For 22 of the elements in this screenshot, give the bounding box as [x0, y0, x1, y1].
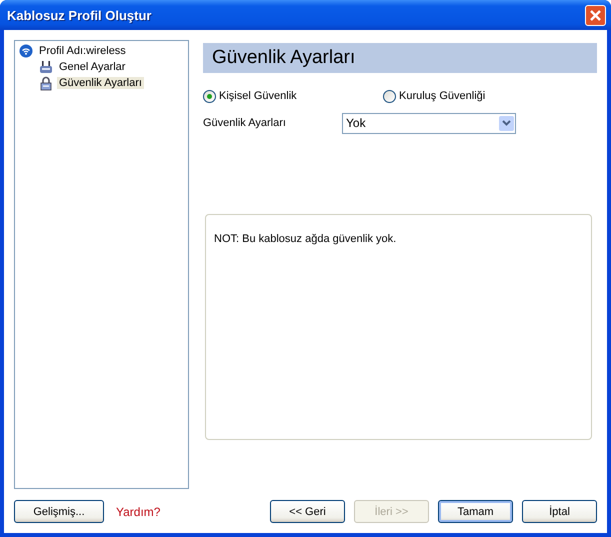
- section-header: Güvenlik Ayarları: [203, 43, 597, 73]
- network-icon: [39, 60, 53, 74]
- radio-label[interactable]: Kuruluş Güvenliği: [399, 90, 486, 102]
- button[interactable]: İptal: [522, 500, 597, 523]
- tree-item[interactable]: Güvenlik Ayarları: [57, 77, 144, 89]
- button[interactable]: Tamam: [438, 500, 513, 523]
- wireless-icon: [19, 44, 33, 58]
- tree-item[interactable]: Profil Adı:wireless: [37, 45, 128, 57]
- close-button[interactable]: [585, 4, 606, 26]
- tree-item[interactable]: Genel Ayarlar: [57, 61, 128, 73]
- button[interactable]: << Geri: [270, 500, 345, 523]
- window-title: Kablosuz Profil Oluştur: [7, 8, 152, 22]
- field-label: Güvenlik Ayarları: [203, 117, 287, 129]
- lock-icon: [39, 76, 53, 90]
- radio-label[interactable]: Kişisel Güvenlik: [219, 90, 297, 102]
- note-text: NOT: Bu kablosuz ağda güvenlik yok.: [214, 233, 396, 245]
- close-icon: [589, 8, 602, 22]
- button[interactable]: Gelişmiş...: [14, 500, 104, 523]
- security-dropdown[interactable]: Yok: [342, 112, 516, 134]
- radio-button[interactable]: [383, 90, 396, 102]
- radio-button[interactable]: [203, 90, 216, 102]
- help-link[interactable]: Yardım?: [116, 504, 160, 518]
